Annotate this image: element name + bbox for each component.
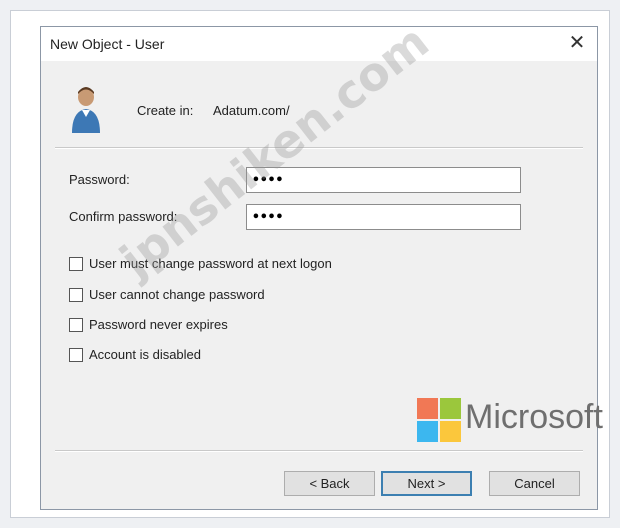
new-object-user-dialog: New Object - User ✕ Create in: Adatum.co… [40, 26, 598, 510]
checkbox[interactable] [69, 257, 83, 271]
back-button[interactable]: < Back [284, 471, 375, 496]
checkbox[interactable] [69, 348, 83, 362]
password-field[interactable] [246, 167, 521, 193]
cancel-button[interactable]: Cancel [489, 471, 580, 496]
dialog-title: New Object - User [50, 36, 165, 52]
checkbox-label: Account is disabled [89, 347, 202, 362]
confirm-password-field[interactable] [246, 204, 521, 230]
title-bar: New Object - User ✕ [41, 27, 597, 61]
next-button[interactable]: Next > [381, 471, 472, 496]
checkbox-label: User cannot change password [89, 287, 265, 302]
microsoft-wordmark: Microsoft [465, 398, 603, 436]
divider [55, 147, 583, 149]
logo-square [440, 421, 461, 442]
checkbox[interactable] [69, 288, 83, 302]
logo-square [417, 421, 438, 442]
checkbox-label: User must change password at next logon [89, 256, 332, 271]
user-icon [72, 87, 100, 133]
checkbox-label: Password never expires [89, 317, 228, 332]
password-label: Password: [69, 172, 130, 187]
checkbox[interactable] [69, 318, 83, 332]
confirm-password-label: Confirm password: [69, 209, 178, 224]
create-in-label: Create in: [137, 103, 194, 118]
create-in-path: Adatum.com/ [213, 103, 290, 118]
divider [55, 450, 583, 452]
logo-square [440, 398, 461, 419]
close-icon[interactable]: ✕ [565, 31, 589, 55]
microsoft-logo [417, 398, 461, 442]
logo-square [417, 398, 438, 419]
